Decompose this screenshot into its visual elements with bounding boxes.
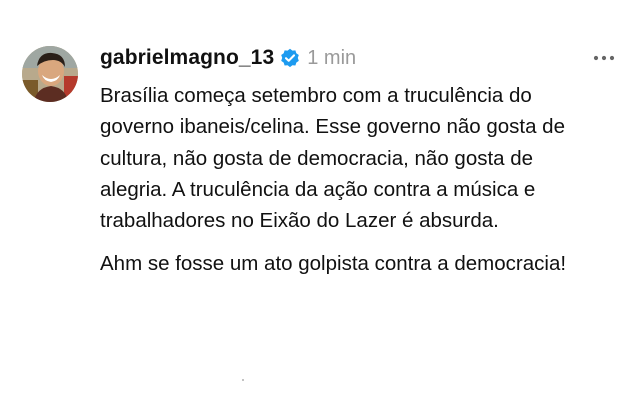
post-paragraph: Ahm se fosse um ato golpista contra a de… — [100, 252, 567, 276]
verified-badge-icon — [280, 48, 300, 68]
post-body: Brasília começa setembro com a truculênc… — [100, 80, 605, 280]
avatar-photo — [22, 46, 78, 102]
post-header: gabrielmagno_13 1 min — [100, 40, 356, 76]
divider-dot — [242, 379, 244, 381]
timestamp: 1 min — [307, 46, 357, 69]
thread-post: gabrielmagno_13 1 min Brasília começa se… — [0, 0, 630, 406]
more-options-button[interactable] — [590, 48, 618, 68]
username[interactable]: gabrielmagno_13 — [100, 46, 274, 70]
post-paragraph: Brasília começa setembro com a truculênc… — [100, 84, 565, 233]
more-horizontal-icon — [593, 55, 615, 61]
avatar[interactable] — [22, 46, 78, 102]
